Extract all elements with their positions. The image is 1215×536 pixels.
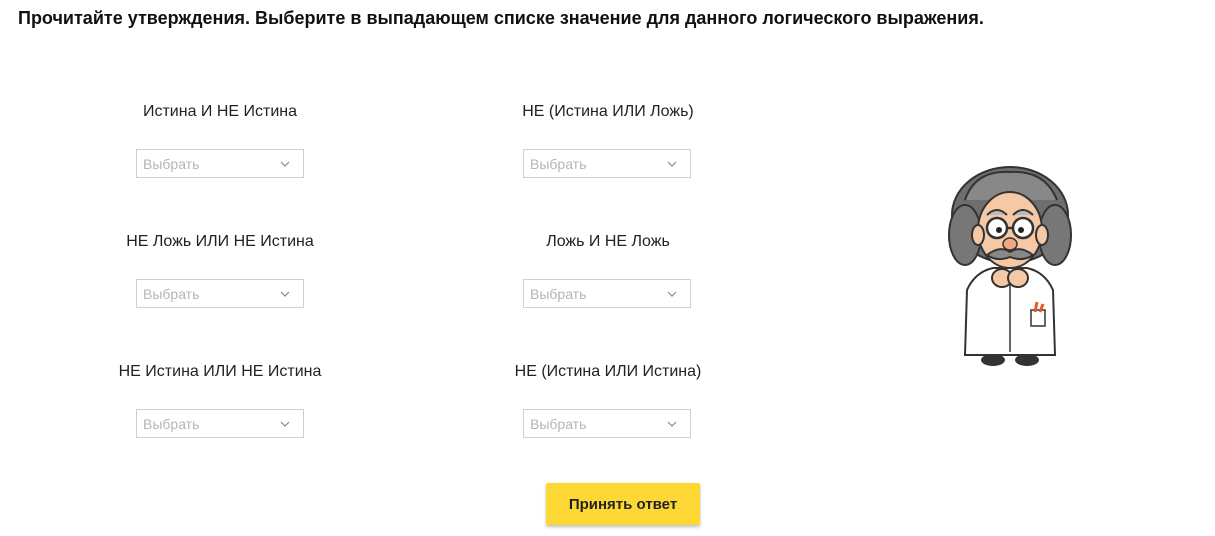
statement-2-label: НЕ (Истина ИЛИ Ложь) [522, 103, 694, 120]
quiz-page: Прочитайте утверждения. Выберите в выпад… [0, 0, 1215, 536]
statement-2-select[interactable]: Выбрать [523, 149, 691, 178]
statement-5-select[interactable]: Выбрать [136, 409, 304, 438]
statement-3-label: НЕ Ложь ИЛИ НЕ Истина [126, 233, 314, 250]
statement-4-select[interactable]: Выбрать [523, 279, 691, 308]
chevron-down-icon [667, 291, 677, 297]
chevron-down-icon [280, 421, 290, 427]
statement-5-label: НЕ Истина ИЛИ НЕ Истина [118, 363, 322, 380]
statement-6-select-placeholder: Выбрать [530, 416, 587, 432]
statement-4-select-placeholder: Выбрать [530, 286, 587, 302]
statement-6-label: НЕ (Истина ИЛИ Истина) [514, 363, 702, 380]
statement-6-select[interactable]: Выбрать [523, 409, 691, 438]
statement-2-select-placeholder: Выбрать [530, 156, 587, 172]
statement-3-select-placeholder: Выбрать [143, 286, 200, 302]
chevron-down-icon [280, 291, 290, 297]
statement-1-select[interactable]: Выбрать [136, 149, 304, 178]
chevron-down-icon [667, 161, 677, 167]
instruction-heading: Прочитайте утверждения. Выберите в выпад… [18, 8, 984, 28]
statement-1-select-placeholder: Выбрать [143, 156, 200, 172]
statement-3-select[interactable]: Выбрать [136, 279, 304, 308]
chevron-down-icon [280, 161, 290, 167]
statement-5-select-placeholder: Выбрать [143, 416, 200, 432]
statement-4-label: Ложь И НЕ Ложь [546, 233, 670, 250]
submit-answer-button[interactable]: Принять ответ [546, 483, 700, 525]
statement-1-label: Истина И НЕ Истина [142, 103, 298, 120]
scientist-illustration [948, 166, 1072, 366]
chevron-down-icon [667, 421, 677, 427]
